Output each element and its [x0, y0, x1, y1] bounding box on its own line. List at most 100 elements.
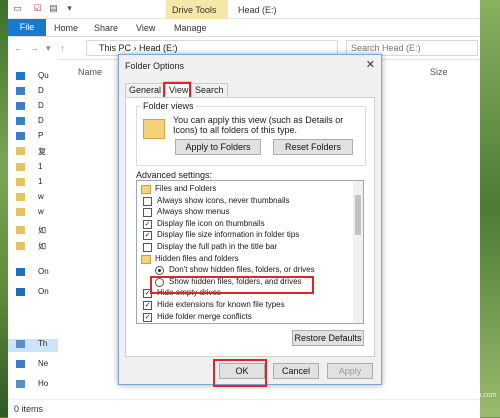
nav-item-label: On	[38, 287, 49, 296]
nav-item[interactable]: D	[16, 101, 58, 113]
back-icon[interactable]: ←	[14, 43, 23, 53]
nav-item-label: D	[38, 101, 44, 110]
nav-item-label: 1	[38, 162, 43, 171]
advanced-setting-label: Hide folder merge conflicts	[157, 311, 252, 321]
up-icon[interactable]: ↑	[60, 43, 65, 53]
nav-item[interactable]: w	[16, 207, 58, 219]
status-item-count: 0 items	[14, 404, 44, 414]
drive-tools-label: Drive Tools	[172, 5, 217, 15]
nav-item-icon	[16, 380, 25, 388]
nav-item-icon	[16, 72, 25, 80]
scroll-thumb[interactable]	[355, 195, 361, 235]
nav-item[interactable]: 复	[16, 146, 58, 158]
restore-defaults-button[interactable]: Restore Defaults	[292, 330, 364, 346]
nav-item-icon	[16, 288, 25, 296]
nav-item-icon	[16, 147, 25, 155]
checkbox[interactable]	[143, 208, 152, 218]
advanced-setting-row[interactable]: Don't show hidden files, folders, or dri…	[137, 265, 347, 276]
nav-item[interactable]: Qu	[16, 71, 58, 83]
advanced-setting-label: Don't show hidden files, folders, or dri…	[169, 265, 315, 275]
nav-item-icon	[16, 163, 25, 171]
tab-share[interactable]: Share	[94, 23, 118, 33]
column-header-size[interactable]: Size	[430, 67, 448, 77]
nav-item-icon	[16, 226, 25, 234]
scrollbar[interactable]	[353, 181, 363, 323]
nav-item-icon	[16, 87, 25, 95]
tab-general[interactable]: General	[125, 83, 166, 97]
navigation-pane: Qu D D D P 复 1 1 w w 如如 On On Th Ne Ho	[8, 59, 58, 399]
ok-button-highlight	[213, 359, 267, 387]
status-bar: 0 items	[8, 399, 480, 418]
advanced-setting-label: Display file size information in folder …	[157, 230, 300, 240]
nav-item-icon	[16, 117, 25, 125]
column-header-name[interactable]: Name	[78, 67, 102, 77]
desktop-wallpaper-right	[480, 0, 500, 417]
checkbox[interactable]: ✓	[143, 219, 152, 229]
advanced-settings-list[interactable]: Files and Folders Always show icons, neve…	[136, 180, 364, 324]
tab-search[interactable]: Search	[191, 83, 228, 97]
nav-item[interactable]: 1	[16, 177, 58, 189]
checkbox[interactable]	[143, 196, 152, 206]
nav-item[interactable]: D	[16, 86, 58, 98]
advanced-setting-row[interactable]: ✓ Hide folder merge conflicts	[137, 312, 347, 322]
checkbox[interactable]: ✓	[143, 301, 152, 310]
reset-folders-button[interactable]: Reset Folders	[273, 139, 353, 155]
nav-item-icon	[16, 193, 25, 201]
nav-item[interactable]: Ne	[16, 359, 58, 371]
nav-item[interactable]: Th	[16, 339, 58, 351]
apply-to-folders-button[interactable]: Apply to Folders	[175, 139, 261, 155]
nav-item-icon	[16, 132, 25, 140]
cancel-button[interactable]: Cancel	[273, 363, 319, 379]
advanced-setting-row[interactable]: ✓ Hide extensions for known file types	[137, 300, 347, 310]
nav-item-label: Th	[38, 339, 48, 348]
nav-item[interactable]: On	[16, 287, 58, 299]
nav-item[interactable]: P	[16, 131, 58, 143]
nav-item-label: 如	[38, 242, 46, 251]
advanced-setting-label: Always show icons, never thumbnails	[157, 195, 290, 205]
nav-item-label: 1	[38, 177, 43, 186]
nav-item[interactable]: 如	[16, 241, 58, 253]
tab-manage[interactable]: Manage	[174, 23, 207, 33]
search-placeholder: Search Head (E:)	[351, 43, 421, 53]
advanced-setting-row[interactable]: Always show menus	[137, 207, 347, 218]
nav-item[interactable]: 1	[16, 162, 58, 174]
nav-item-label: w	[38, 192, 44, 201]
desktop-wallpaper-left	[0, 0, 8, 417]
nav-item-icon	[16, 340, 25, 348]
properties-icon[interactable]: ☑	[32, 3, 43, 14]
advanced-setting-row[interactable]: Display the full path in the title bar	[137, 242, 347, 252]
nav-item-icon	[16, 208, 25, 216]
title-bar: ▭ ☑ ▤ ▾ Drive Tools Head (E:)	[8, 0, 480, 19]
checkbox[interactable]: ✓	[143, 312, 152, 322]
chevron-down-icon[interactable]: ▾	[64, 3, 75, 14]
close-icon[interactable]: ✕	[366, 58, 375, 71]
window-title: Head (E:)	[238, 5, 277, 15]
tab-home[interactable]: Home	[54, 23, 78, 33]
recent-chevron-icon[interactable]: ▾	[46, 43, 51, 54]
advanced-setting-row[interactable]: Always show icons, never thumbnails	[137, 196, 347, 206]
nav-item[interactable]: On	[16, 267, 58, 279]
folder-views-description: You can apply this view (such as Details…	[173, 115, 344, 135]
advanced-setting-row[interactable]: ✓ Display file size information in folder…	[137, 230, 347, 241]
nav-item[interactable]: w	[16, 192, 58, 204]
apply-button[interactable]: Apply	[327, 363, 373, 379]
folder-view-icon	[143, 119, 165, 139]
folder-icon: ▭	[13, 3, 22, 13]
checkbox[interactable]: ✓	[143, 231, 152, 241]
radio-button[interactable]	[155, 266, 164, 276]
folder-views-label: Folder views	[141, 101, 196, 111]
advanced-setting-row[interactable]: ✓ Display file icon on thumbnails	[137, 219, 347, 229]
advanced-settings-label: Advanced settings:	[136, 170, 213, 180]
nav-item[interactable]: Ho	[16, 379, 58, 391]
advanced-setting-label: Hide extensions for known file types	[157, 300, 285, 309]
nav-item[interactable]: D	[16, 116, 58, 128]
nav-item-icon	[16, 242, 25, 250]
tab-file[interactable]: File	[8, 19, 46, 36]
forward-icon[interactable]: →	[30, 43, 39, 53]
tab-view[interactable]: View	[136, 23, 155, 33]
checkbox[interactable]	[143, 243, 152, 252]
dialog-title: Folder Options	[125, 61, 185, 71]
nav-item-label: D	[38, 116, 44, 125]
nav-item[interactable]: 如	[16, 225, 58, 237]
new-folder-icon[interactable]: ▤	[48, 3, 59, 14]
